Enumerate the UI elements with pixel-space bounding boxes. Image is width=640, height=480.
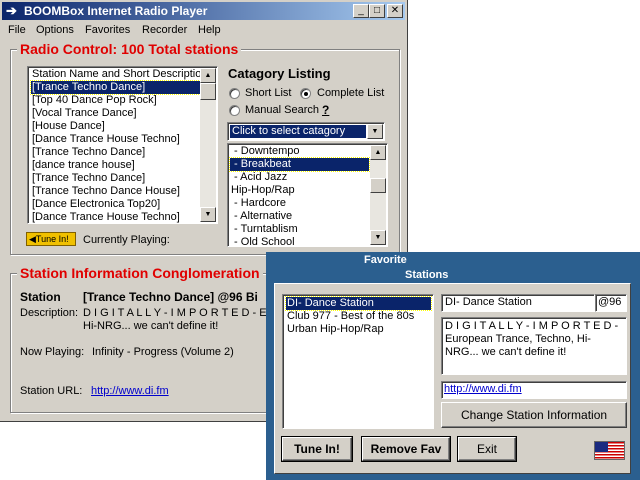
chevron-down-icon[interactable]: ▼ [367, 124, 383, 139]
category-select[interactable]: Click to select catagory ▼ [227, 122, 385, 141]
category-list-item[interactable]: - Turntablism [230, 223, 369, 236]
station-list-item[interactable]: [Trance Techno Dance] [31, 172, 200, 185]
scroll-down-arrow-icon[interactable]: ▼ [200, 207, 216, 222]
change-station-info-button[interactable]: Change Station Information [441, 402, 627, 428]
currently-playing-label: Currently Playing: [83, 234, 170, 246]
station-list[interactable]: Station Name and Short Description [Tran… [27, 66, 218, 224]
menu-file[interactable]: File [8, 24, 26, 36]
favorite-list[interactable]: DI- Dance Station Club 977 - Best of the … [282, 294, 434, 429]
tune-in-button[interactable]: ◀Tune In! [26, 232, 76, 246]
description-line-2: Hi-NRG... we can't define it! [83, 320, 219, 332]
short-list-radio[interactable] [229, 88, 240, 99]
favorite-title-line-1: Favorite [364, 254, 407, 266]
category-list-item[interactable]: - Acid Jazz [230, 171, 369, 184]
now-playing-value: Infinity - Progress (Volume 2) [92, 346, 234, 358]
fav-url-field: http://www.di.fm [441, 381, 627, 399]
station-url-link[interactable]: http://www.di.fm [91, 385, 169, 397]
station-list-item[interactable]: [Dance Electronica Top20] [31, 198, 200, 211]
favorite-list-item[interactable]: Urban Hip-Hop/Rap [286, 323, 431, 336]
favorite-panel: DI- Dance Station Club 977 - Best of the … [274, 283, 631, 474]
station-list-item[interactable]: [Dance Trance House Techno] [31, 211, 200, 224]
category-list-item[interactable]: - Hardcore [230, 197, 369, 210]
scroll-thumb[interactable] [200, 83, 216, 100]
arrow-icon: ➔ [6, 3, 17, 18]
category-select-value: Click to select catagory [230, 125, 366, 138]
station-info-title: Station Information Conglomeration [17, 265, 263, 281]
favorite-list-item[interactable]: Club 977 - Best of the 80s [286, 310, 431, 323]
help-icon[interactable]: ? [322, 103, 329, 117]
manual-search-radio[interactable] [229, 105, 240, 116]
now-playing-label: Now Playing: [20, 346, 85, 358]
category-list-item[interactable]: - Breakbeat [229, 157, 370, 172]
minimize-button[interactable]: _ [353, 4, 369, 18]
category-list-item[interactable]: - Alternative [230, 210, 369, 223]
fav-description-field: D I G I T A L L Y - I M P O R T E D - Eu… [441, 317, 627, 375]
station-label: Station [20, 290, 61, 304]
short-list-label: Short List [245, 87, 292, 99]
station-list-header: Station Name and Short Description [32, 68, 208, 80]
category-list[interactable]: - Downtempo - Breakbeat - Acid Jazz Hip-H… [227, 143, 388, 249]
menu-options[interactable]: Options [36, 24, 74, 36]
category-list-scrollbar[interactable]: ▲ ▼ [370, 145, 386, 245]
fav-tune-in-button[interactable]: Tune In! [282, 437, 352, 461]
scroll-up-arrow-icon[interactable]: ▲ [370, 145, 386, 160]
window-title: BOOMBox Internet Radio Player [24, 4, 208, 18]
title-bar[interactable]: ➔ BOOMBox Internet Radio Player _ □ ✕ [2, 2, 405, 20]
manual-search-label: Manual Search [245, 104, 319, 116]
station-list-item[interactable]: [Trance Techno Dance] [31, 146, 200, 159]
remove-fav-button[interactable]: Remove Fav [362, 437, 450, 461]
menu-recorder[interactable]: Recorder [142, 24, 187, 36]
exit-button[interactable]: Exit [458, 437, 516, 461]
station-value: [Trance Techno Dance] @96 Bi [83, 290, 258, 304]
fav-url-link[interactable]: http://www.di.fm [444, 383, 522, 395]
menu-favorites[interactable]: Favorites [85, 24, 130, 36]
us-flag-icon [594, 441, 625, 460]
favorite-list-item[interactable]: DI- Dance Station [285, 296, 432, 311]
menu-bar: File Options Favorites Recorder Help [2, 21, 405, 39]
category-list-item[interactable]: Hip-Hop/Rap [230, 184, 369, 197]
menu-help[interactable]: Help [198, 24, 221, 36]
fav-name-field: DI- Dance Station [441, 294, 595, 312]
scroll-thumb[interactable] [370, 178, 386, 193]
description-line-1: D I G I T A L L Y - I M P O R T E D - E [83, 307, 267, 319]
station-list-item[interactable]: [Top 40 Dance Pop Rock] [31, 94, 200, 107]
close-button[interactable]: ✕ [387, 4, 403, 18]
station-list-item[interactable]: [dance trance house] [31, 159, 200, 172]
favorite-window: Favorite Stations DI- Dance Station Club … [266, 252, 640, 480]
fav-bitrate-field: @96 [595, 294, 627, 312]
station-list-item[interactable]: [Dance Trance House Techno] [31, 133, 200, 146]
category-title: Catagory Listing [228, 66, 331, 81]
station-url-label: Station URL: [20, 385, 83, 397]
station-list-scrollbar[interactable]: ▲ ▼ [200, 68, 216, 222]
category-list-item[interactable]: - Downtempo [230, 145, 369, 158]
category-list-item[interactable]: - Old School [230, 236, 369, 249]
scroll-up-arrow-icon[interactable]: ▲ [200, 68, 216, 83]
favorite-title-line-2: Stations [405, 269, 449, 281]
station-list-item[interactable]: [Trance Techno Dance House] [31, 185, 200, 198]
radio-control-title: Radio Control: 100 Total stations [17, 41, 242, 57]
description-label: Description: [20, 307, 79, 319]
speaker-icon: ◀ [29, 234, 36, 244]
complete-list-radio[interactable] [300, 88, 311, 99]
maximize-button[interactable]: □ [369, 4, 385, 18]
complete-list-label: Complete List [317, 87, 385, 99]
station-list-item[interactable]: [Trance Techno Dance] [30, 80, 201, 95]
scroll-down-arrow-icon[interactable]: ▼ [370, 230, 386, 245]
tune-in-label: Tune In! [35, 234, 69, 244]
station-list-item[interactable]: [Vocal Trance Dance] [31, 107, 200, 120]
station-list-item[interactable]: [House Dance] [31, 120, 200, 133]
